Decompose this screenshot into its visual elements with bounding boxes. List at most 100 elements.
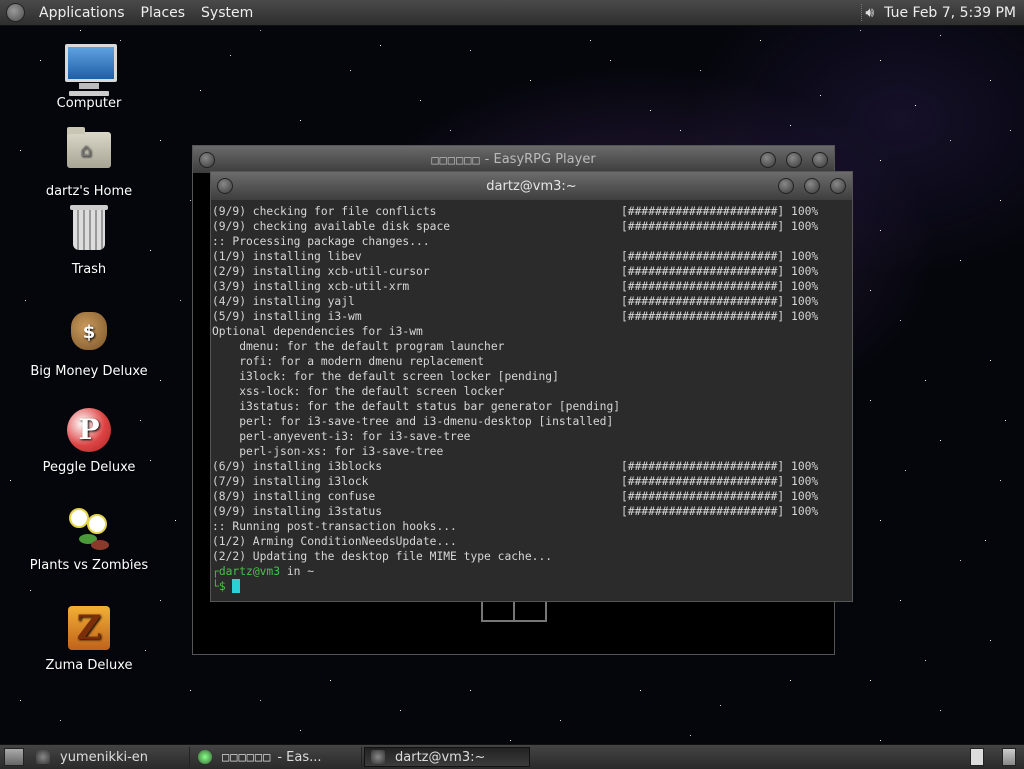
- terminal-progress: [######################] 100%: [621, 505, 819, 518]
- trash-applet-icon[interactable]: [1002, 748, 1016, 766]
- terminal-progress: [######################] 100%: [621, 310, 819, 323]
- close-button[interactable]: [830, 178, 846, 194]
- menu-places[interactable]: Places: [133, 5, 194, 21]
- menu-system[interactable]: System: [193, 5, 261, 21]
- computer-icon: [65, 44, 117, 96]
- desktop-icon-label: dartz's Home: [45, 184, 133, 199]
- terminal-line-text: (8/9) installing confuse: [212, 490, 376, 503]
- window-menu-button[interactable]: [199, 152, 215, 168]
- desktop-icon-zuma[interactable]: Z Zuma Deluxe: [24, 606, 154, 673]
- taskbar-item-glyphs: □□□□□□: [222, 750, 272, 764]
- minimize-button[interactable]: [778, 178, 794, 194]
- terminal-line-text: (4/9) installing yajl: [212, 295, 355, 308]
- taskbar-item-yumenikki[interactable]: yumenikki-en: [30, 747, 190, 767]
- desktop-icon-home[interactable]: ⌂ dartz's Home: [24, 126, 154, 199]
- desktop-icon-label: Peggle Deluxe: [42, 460, 136, 475]
- terminal-progress: [######################] 100%: [621, 295, 819, 308]
- taskbar-item-label: - Eas...: [277, 749, 322, 765]
- bottom-panel: yumenikki-en □□□□□□ - Eas... dartz@vm3:~: [0, 744, 1024, 769]
- taskbar-item-terminal[interactable]: dartz@vm3:~: [364, 747, 530, 767]
- menu-applications[interactable]: Applications: [31, 5, 133, 21]
- prompt-input-line[interactable]: └$: [212, 579, 852, 594]
- taskbar-item-easyrpg[interactable]: □□□□□□ - Eas...: [192, 747, 362, 767]
- desktop-icon-label: Trash: [71, 262, 107, 277]
- taskbar-item-label: yumenikki-en: [60, 749, 149, 765]
- terminal-line: :: Processing package changes...: [212, 234, 852, 249]
- terminal-line: i3status: for the default status bar gen…: [212, 399, 852, 414]
- terminal-line: (2/2) Updating the desktop file MIME typ…: [212, 549, 852, 564]
- terminal-line-text: (7/9) installing i3lock: [212, 475, 369, 488]
- top-panel: Applications Places System 🔊︎ Tue Feb 7,…: [0, 0, 1024, 26]
- clock[interactable]: Tue Feb 7, 5:39 PM: [884, 5, 1016, 21]
- desktop-icon-pvz[interactable]: Plants vs Zombies: [24, 506, 154, 573]
- terminal-line: dmenu: for the default program launcher: [212, 339, 852, 354]
- volume-icon[interactable]: 🔊︎: [865, 5, 874, 21]
- terminal-progress: [621, 519, 852, 534]
- desktop-icon-computer[interactable]: Computer: [24, 44, 154, 111]
- terminal-line: (8/9) installing confuse [###############…: [212, 489, 852, 504]
- minimize-button[interactable]: [760, 152, 776, 168]
- terminal-progress: [######################] 100%: [621, 490, 819, 503]
- terminal-progress: [621, 414, 852, 429]
- easyrpg-titlebar[interactable]: □□□□□□ - EasyRPG Player: [193, 146, 834, 173]
- terminal-line-text: (2/2) Updating the desktop file MIME typ…: [212, 550, 553, 563]
- desktop-icon-peggle[interactable]: P Peggle Deluxe: [24, 406, 154, 475]
- prompt-line: ┌dartz@vm3 in ~: [212, 564, 852, 579]
- terminal-line-text: (9/9) checking available disk space: [212, 220, 451, 233]
- terminal-line-text: (5/9) installing i3-wm: [212, 310, 362, 323]
- window-menu-button[interactable]: [217, 178, 233, 194]
- show-desktop-icon[interactable]: [4, 748, 24, 766]
- desktop-icon-big-money[interactable]: $ Big Money Deluxe: [24, 306, 154, 379]
- workspace-switcher[interactable]: [970, 748, 984, 766]
- terminal-progress: [######################] 100%: [621, 460, 819, 473]
- close-button[interactable]: [812, 152, 828, 168]
- terminal-progress: [621, 339, 852, 354]
- easyrpg-title-glyphs: □□□□□□: [431, 152, 481, 167]
- maximize-button[interactable]: [804, 178, 820, 194]
- terminal-progress: [621, 384, 852, 399]
- terminal-line-text: Optional dependencies for i3-wm: [212, 325, 423, 338]
- terminal-line: (6/9) installing i3blocks [##############…: [212, 459, 852, 474]
- terminal-line-text: (1/9) installing libev: [212, 250, 362, 263]
- terminal-title: dartz@vm3:~: [486, 178, 577, 194]
- plants-vs-zombies-icon: [65, 506, 113, 554]
- gnome-foot-icon[interactable]: [6, 3, 25, 22]
- terminal-line: (5/9) installing i3-wm [#################…: [212, 309, 852, 324]
- terminal-line-text: :: Running post-transaction hooks...: [212, 520, 457, 533]
- prompt-dollar: $: [218, 580, 226, 593]
- terminal-line-text: (3/9) installing xcb-util-xrm: [212, 280, 410, 293]
- terminal-line-text: :: Processing package changes...: [212, 235, 430, 248]
- terminal-titlebar[interactable]: dartz@vm3:~: [211, 172, 852, 200]
- terminal-progress: [######################] 100%: [621, 205, 819, 218]
- terminal-line: (9/9) checking for file conflicts [######…: [212, 204, 852, 219]
- terminal-line-text: xss-lock: for the default screen locker: [212, 385, 505, 398]
- terminal-line-text: dmenu: for the default program launcher: [212, 340, 505, 353]
- app-icon: [198, 750, 212, 764]
- terminal-progress: [######################] 100%: [621, 475, 819, 488]
- terminal-line: (2/9) installing xcb-util-cursor [#######…: [212, 264, 852, 279]
- terminal-line-text: perl-json-xs: for i3-save-tree: [212, 445, 444, 458]
- terminal-line: Optional dependencies for i3-wm: [212, 324, 852, 339]
- desktop-icon-label: Computer: [56, 96, 122, 111]
- maximize-button[interactable]: [786, 152, 802, 168]
- terminal-progress: [621, 399, 852, 414]
- text-cursor: [231, 579, 240, 593]
- panel-separator: [861, 4, 864, 21]
- taskbar-item-label: dartz@vm3:~: [395, 749, 486, 765]
- terminal-line-text: (1/2) Arming ConditionNeedsUpdate...: [212, 535, 457, 548]
- terminal-line: perl-anyevent-i3: for i3-save-tree: [212, 429, 852, 444]
- terminal-icon: [371, 750, 385, 764]
- zuma-icon: Z: [65, 606, 113, 654]
- desktop-icon-trash[interactable]: Trash: [24, 205, 154, 277]
- terminal-line: (1/9) installing libev [#################…: [212, 249, 852, 264]
- peggle-icon: P: [65, 408, 113, 456]
- terminal-line: (4/9) installing yajl [##################…: [212, 294, 852, 309]
- terminal-progress: [621, 429, 852, 444]
- terminal-line: (1/2) Arming ConditionNeedsUpdate...: [212, 534, 852, 549]
- terminal-window[interactable]: dartz@vm3:~ (9/9) checking for file conf…: [210, 171, 853, 602]
- terminal-progress: [621, 354, 852, 369]
- prompt-bracket-top: ┌: [212, 565, 219, 578]
- terminal-line: xss-lock: for the default screen locker: [212, 384, 852, 399]
- terminal-progress: [621, 534, 852, 549]
- terminal-output[interactable]: (9/9) checking for file conflicts [######…: [211, 200, 852, 597]
